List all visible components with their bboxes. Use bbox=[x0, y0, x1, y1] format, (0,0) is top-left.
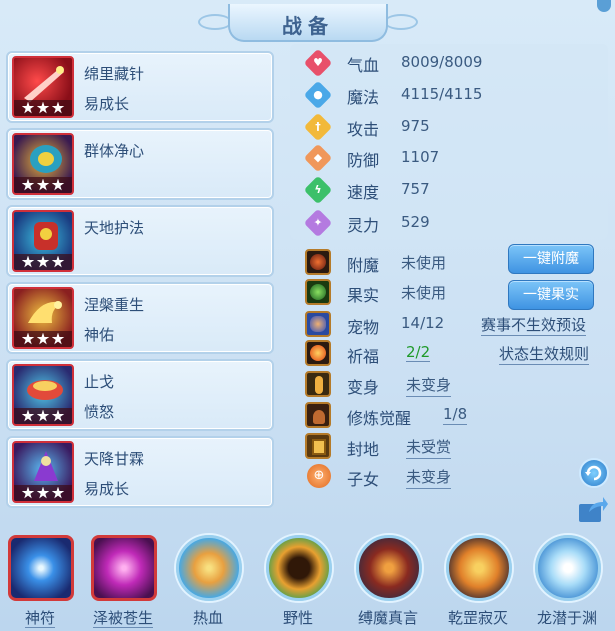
war-bowl-icon bbox=[12, 364, 74, 426]
one-click-enchant-button[interactable]: 一键附魔 bbox=[508, 244, 594, 274]
bless-icon bbox=[305, 340, 331, 366]
skill-label: 热血 bbox=[192, 609, 223, 627]
info-value[interactable]: 1/8 bbox=[443, 405, 468, 425]
title-ornament-right bbox=[384, 14, 418, 30]
one-click-fruit-button[interactable]: 一键果实 bbox=[508, 280, 594, 310]
phoenix-icon bbox=[12, 287, 74, 349]
info-label: 附魔 bbox=[347, 256, 380, 275]
item-name: 群体净心 bbox=[84, 142, 145, 160]
stat-value: 757 bbox=[401, 180, 430, 198]
info-label: 封地 bbox=[347, 440, 380, 459]
awaken-icon bbox=[305, 402, 331, 428]
item-name: 天降甘霖 bbox=[84, 450, 145, 468]
item-card-6[interactable]: 天降甘霖 易成长 bbox=[6, 436, 274, 508]
item-name: 绵里藏针 bbox=[84, 65, 145, 83]
skill-7[interactable]: 龙潜于渊 bbox=[531, 535, 603, 627]
item-card-3[interactable]: 天地护法 bbox=[6, 205, 274, 277]
skill-4[interactable]: 野性 bbox=[262, 535, 334, 627]
info-label: 变身 bbox=[347, 378, 380, 397]
divine-charm-icon bbox=[8, 535, 74, 601]
status-rules-link[interactable]: 状态生效规则 bbox=[499, 343, 590, 365]
binding-spell-icon bbox=[356, 535, 422, 601]
sword-icon: † bbox=[303, 112, 333, 142]
guardian-idol-icon bbox=[12, 210, 74, 272]
item-name: 涅槃重生 bbox=[84, 296, 145, 314]
stat-value: 4115/4115 bbox=[401, 85, 483, 103]
info-label: 宠物 bbox=[347, 318, 380, 337]
skill-5[interactable]: 缚魔真言 bbox=[352, 535, 424, 627]
skill-1[interactable]: 神符 bbox=[4, 535, 76, 628]
stat-label: 攻击 bbox=[347, 120, 380, 139]
title-banner: 战备 bbox=[198, 4, 418, 42]
event-preset-link[interactable]: 赛事不生效预设 bbox=[481, 314, 587, 336]
refresh-icon[interactable] bbox=[579, 458, 609, 488]
stats-panel bbox=[290, 44, 608, 240]
item-sub: 易成长 bbox=[84, 95, 130, 113]
stat-value: 1107 bbox=[401, 148, 440, 166]
transform-icon bbox=[305, 371, 331, 397]
red-sword-icon bbox=[12, 56, 74, 118]
heart-icon: ♥ bbox=[303, 48, 333, 78]
skill-label: 龙潜于渊 bbox=[536, 609, 597, 627]
dragon-mask-icon bbox=[12, 133, 74, 195]
info-value: 未使用 bbox=[401, 254, 447, 272]
magic-icon: ● bbox=[303, 80, 333, 110]
battle-prep-panel: 战备 绵里藏针 易成长 群体净心 天地护法 涅槃重生 神佑 止戈 愤怒 天降甘霖… bbox=[0, 0, 615, 631]
item-card-2[interactable]: 群体净心 bbox=[6, 128, 274, 200]
info-label: 果实 bbox=[347, 286, 380, 305]
children-icon: ⊕ bbox=[307, 464, 331, 488]
skill-label: 乾罡寂灭 bbox=[447, 609, 508, 627]
wild-nature-icon bbox=[266, 535, 332, 601]
item-card-1[interactable]: 绵里藏针 易成长 bbox=[6, 51, 274, 123]
info-label: 修炼觉醒 bbox=[347, 409, 412, 428]
skill-label: 野性 bbox=[282, 609, 313, 627]
stat-label: 防御 bbox=[347, 151, 380, 170]
info-value[interactable]: 未变身 bbox=[406, 374, 452, 397]
rain-spirit-icon bbox=[12, 441, 74, 503]
stat-value: 529 bbox=[401, 213, 430, 231]
shield-icon: ◆ bbox=[303, 143, 333, 173]
info-value[interactable]: 未变身 bbox=[406, 466, 452, 489]
silence-strike-icon bbox=[446, 535, 512, 601]
info-value[interactable]: 2/2 bbox=[406, 343, 431, 362]
item-name: 止戈 bbox=[84, 373, 115, 391]
pet-icon bbox=[305, 311, 331, 337]
lightning-icon: ϟ bbox=[303, 175, 333, 205]
hidden-dragon-icon bbox=[535, 535, 601, 601]
fief-icon bbox=[305, 433, 331, 459]
skill-2[interactable]: 泽被苍生 bbox=[87, 535, 159, 628]
spirit-icon: ✦ bbox=[303, 208, 333, 238]
stat-value: 975 bbox=[401, 117, 430, 135]
fruit-icon bbox=[305, 279, 331, 305]
stat-label: 速度 bbox=[347, 183, 380, 202]
stat-label: 灵力 bbox=[347, 216, 380, 235]
page-title: 战备 bbox=[282, 14, 334, 38]
item-name: 天地护法 bbox=[84, 219, 145, 237]
item-sub: 愤怒 bbox=[84, 403, 115, 421]
info-value: 未使用 bbox=[401, 284, 447, 302]
title-ornament-left bbox=[198, 14, 232, 30]
enchant-icon bbox=[305, 249, 331, 275]
hot-blood-icon bbox=[176, 535, 242, 601]
blessing-hand-icon bbox=[91, 535, 157, 601]
skill-6[interactable]: 乾罡寂灭 bbox=[442, 535, 514, 627]
item-sub: 神佑 bbox=[84, 326, 115, 344]
item-card-5[interactable]: 止戈 愤怒 bbox=[6, 359, 274, 431]
skill-3[interactable]: 热血 bbox=[172, 535, 244, 627]
info-value: 14/12 bbox=[401, 314, 445, 332]
stat-label: 气血 bbox=[347, 56, 380, 75]
stat-label: 魔法 bbox=[347, 88, 380, 107]
close-tab[interactable] bbox=[597, 0, 611, 12]
skill-label: 神符 bbox=[24, 609, 55, 628]
info-label: 祈福 bbox=[347, 347, 380, 366]
info-label: 子女 bbox=[347, 470, 380, 489]
stat-value: 8009/8009 bbox=[401, 53, 483, 71]
item-card-4[interactable]: 涅槃重生 神佑 bbox=[6, 282, 274, 354]
skill-label: 泽被苍生 bbox=[92, 609, 153, 628]
share-icon[interactable] bbox=[577, 494, 609, 524]
skill-label: 缚魔真言 bbox=[357, 609, 418, 627]
info-value[interactable]: 未受赏 bbox=[406, 436, 452, 459]
item-sub: 易成长 bbox=[84, 480, 130, 498]
